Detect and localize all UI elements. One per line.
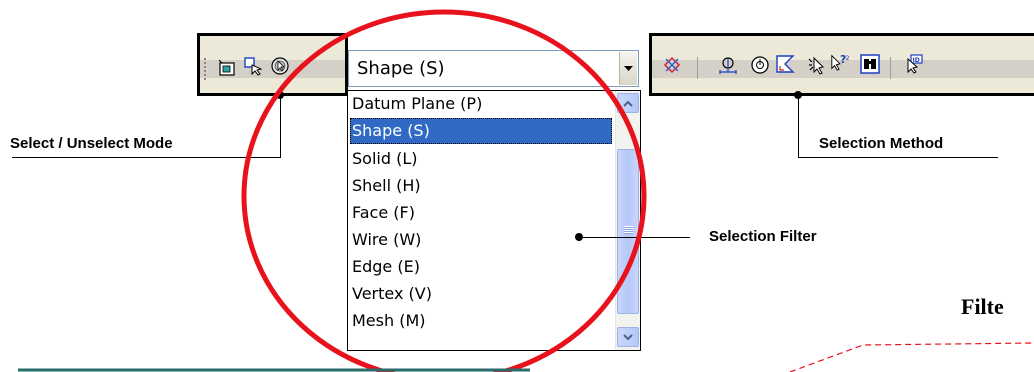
annotation-overlay xyxy=(18,9,1034,372)
annotation-circle xyxy=(241,9,647,372)
dashed-line xyxy=(789,342,1034,372)
